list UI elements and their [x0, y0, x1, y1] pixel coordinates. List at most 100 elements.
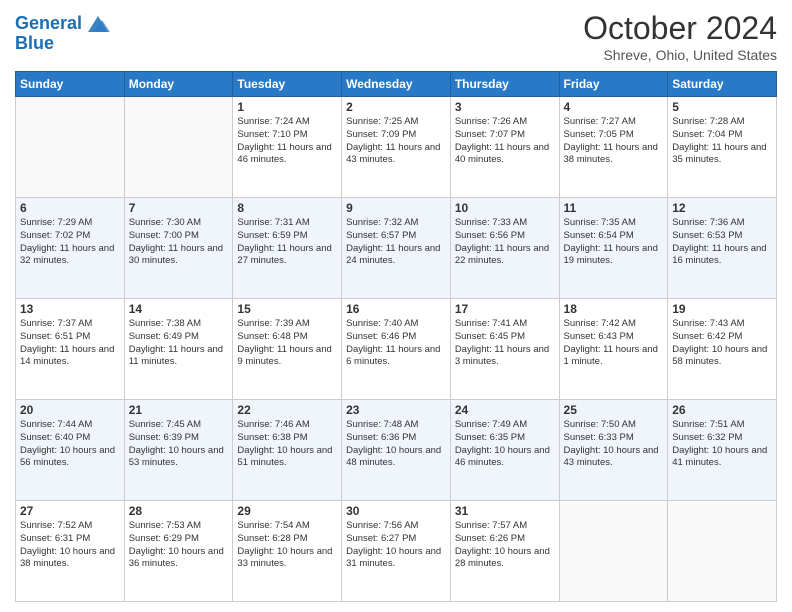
table-row: 20 Sunrise: 7:44 AM Sunset: 6:40 PM Dayli… [16, 400, 125, 501]
table-row: 6 Sunrise: 7:29 AM Sunset: 7:02 PM Daylig… [16, 198, 125, 299]
day-detail: Sunrise: 7:26 AM Sunset: 7:07 PM Dayligh… [455, 116, 555, 167]
table-row: 24 Sunrise: 7:49 AM Sunset: 6:35 PM Dayli… [450, 400, 559, 501]
day-detail: Sunrise: 7:38 AM Sunset: 6:49 PM Dayligh… [129, 318, 229, 369]
table-row: 28Sunrise: 7:53 AM Sunset: 6:29 PM Dayli… [124, 501, 233, 602]
col-friday: Friday [559, 72, 668, 97]
day-detail: Sunrise: 7:46 AM Sunset: 6:38 PM Dayligh… [237, 419, 337, 470]
day-number: 16 [346, 302, 446, 316]
day-detail: Sunrise: 7:50 AM Sunset: 6:33 PM Dayligh… [564, 419, 664, 470]
table-row [559, 501, 668, 602]
month-title: October 2024 [583, 10, 777, 47]
table-row: 5 Sunrise: 7:28 AM Sunset: 7:04 PM Daylig… [668, 97, 777, 198]
logo: General Blue [15, 10, 112, 54]
day-detail: Sunrise: 7:42 AM Sunset: 6:43 PM Dayligh… [564, 318, 664, 369]
table-row: 2 Sunrise: 7:25 AM Sunset: 7:09 PM Daylig… [342, 97, 451, 198]
title-area: October 2024 Shreve, Ohio, United States [583, 10, 777, 63]
day-detail: Sunrise: 7:49 AM Sunset: 6:35 PM Dayligh… [455, 419, 555, 470]
table-row: 17 Sunrise: 7:41 AM Sunset: 6:45 PM Dayli… [450, 299, 559, 400]
day-number: 12 [672, 201, 772, 215]
day-number: 21 [129, 403, 229, 417]
table-row: 15 Sunrise: 7:39 AM Sunset: 6:48 PM Dayli… [233, 299, 342, 400]
day-number: 7 [129, 201, 229, 215]
table-row: 10 Sunrise: 7:33 AM Sunset: 6:56 PM Dayli… [450, 198, 559, 299]
table-row [16, 97, 125, 198]
day-number: 14 [129, 302, 229, 316]
table-row: 3 Sunrise: 7:26 AM Sunset: 7:07 PM Daylig… [450, 97, 559, 198]
day-number: 25 [564, 403, 664, 417]
day-number: 29 [237, 504, 337, 518]
calendar-week-row: 20 Sunrise: 7:44 AM Sunset: 6:40 PM Dayli… [16, 400, 777, 501]
day-detail: Sunrise: 7:48 AM Sunset: 6:36 PM Dayligh… [346, 419, 446, 470]
table-row: 13Sunrise: 7:37 AM Sunset: 6:51 PM Dayli… [16, 299, 125, 400]
day-detail: Sunrise: 7:52 AM Sunset: 6:31 PM Dayligh… [20, 520, 120, 571]
col-wednesday: Wednesday [342, 72, 451, 97]
table-row [668, 501, 777, 602]
day-detail: Sunrise: 7:39 AM Sunset: 6:48 PM Dayligh… [237, 318, 337, 369]
day-detail: Sunrise: 7:28 AM Sunset: 7:04 PM Dayligh… [672, 116, 772, 167]
day-number: 10 [455, 201, 555, 215]
table-row: 11Sunrise: 7:35 AM Sunset: 6:54 PM Dayli… [559, 198, 668, 299]
table-row: 9Sunrise: 7:32 AM Sunset: 6:57 PM Daylig… [342, 198, 451, 299]
table-row: 16 Sunrise: 7:40 AM Sunset: 6:46 PM Dayli… [342, 299, 451, 400]
table-row: 25 Sunrise: 7:50 AM Sunset: 6:33 PM Dayli… [559, 400, 668, 501]
day-number: 5 [672, 100, 772, 114]
day-detail: Sunrise: 7:54 AM Sunset: 6:28 PM Dayligh… [237, 520, 337, 571]
day-number: 2 [346, 100, 446, 114]
day-number: 13 [20, 302, 120, 316]
table-row: 4Sunrise: 7:27 AM Sunset: 7:05 PM Daylig… [559, 97, 668, 198]
day-number: 20 [20, 403, 120, 417]
calendar-week-row: 6 Sunrise: 7:29 AM Sunset: 7:02 PM Daylig… [16, 198, 777, 299]
logo-text-general: General [15, 14, 82, 34]
day-number: 17 [455, 302, 555, 316]
day-detail: Sunrise: 7:33 AM Sunset: 6:56 PM Dayligh… [455, 217, 555, 268]
table-row [124, 97, 233, 198]
day-detail: Sunrise: 7:27 AM Sunset: 7:05 PM Dayligh… [564, 116, 664, 167]
col-thursday: Thursday [450, 72, 559, 97]
day-number: 9 [346, 201, 446, 215]
day-number: 26 [672, 403, 772, 417]
day-detail: Sunrise: 7:36 AM Sunset: 6:53 PM Dayligh… [672, 217, 772, 268]
day-detail: Sunrise: 7:29 AM Sunset: 7:02 PM Dayligh… [20, 217, 120, 268]
day-detail: Sunrise: 7:31 AM Sunset: 6:59 PM Dayligh… [237, 217, 337, 268]
day-number: 23 [346, 403, 446, 417]
day-detail: Sunrise: 7:56 AM Sunset: 6:27 PM Dayligh… [346, 520, 446, 571]
header: General Blue October 2024 Shreve, Ohio, … [15, 10, 777, 63]
day-number: 1 [237, 100, 337, 114]
table-row: 23 Sunrise: 7:48 AM Sunset: 6:36 PM Dayli… [342, 400, 451, 501]
day-detail: Sunrise: 7:44 AM Sunset: 6:40 PM Dayligh… [20, 419, 120, 470]
calendar-header-row: Sunday Monday Tuesday Wednesday Thursday… [16, 72, 777, 97]
location-subtitle: Shreve, Ohio, United States [583, 47, 777, 63]
day-number: 15 [237, 302, 337, 316]
calendar-week-row: 13Sunrise: 7:37 AM Sunset: 6:51 PM Dayli… [16, 299, 777, 400]
col-sunday: Sunday [16, 72, 125, 97]
table-row: 29 Sunrise: 7:54 AM Sunset: 6:28 PM Dayli… [233, 501, 342, 602]
day-number: 24 [455, 403, 555, 417]
table-row: 18 Sunrise: 7:42 AM Sunset: 6:43 PM Dayli… [559, 299, 668, 400]
col-tuesday: Tuesday [233, 72, 342, 97]
day-detail: Sunrise: 7:40 AM Sunset: 6:46 PM Dayligh… [346, 318, 446, 369]
day-detail: Sunrise: 7:25 AM Sunset: 7:09 PM Dayligh… [346, 116, 446, 167]
table-row: 27Sunrise: 7:52 AM Sunset: 6:31 PM Dayli… [16, 501, 125, 602]
day-number: 30 [346, 504, 446, 518]
logo-icon [84, 10, 112, 38]
day-detail: Sunrise: 7:30 AM Sunset: 7:00 PM Dayligh… [129, 217, 229, 268]
day-number: 18 [564, 302, 664, 316]
table-row: 1Sunrise: 7:24 AM Sunset: 7:10 PM Daylig… [233, 97, 342, 198]
day-number: 22 [237, 403, 337, 417]
table-row: 30 Sunrise: 7:56 AM Sunset: 6:27 PM Dayli… [342, 501, 451, 602]
table-row: 7 Sunrise: 7:30 AM Sunset: 7:00 PM Daylig… [124, 198, 233, 299]
logo-text-blue: Blue [15, 34, 54, 54]
day-number: 6 [20, 201, 120, 215]
day-number: 3 [455, 100, 555, 114]
day-detail: Sunrise: 7:45 AM Sunset: 6:39 PM Dayligh… [129, 419, 229, 470]
table-row: 22 Sunrise: 7:46 AM Sunset: 6:38 PM Dayli… [233, 400, 342, 501]
col-monday: Monday [124, 72, 233, 97]
table-row: 8Sunrise: 7:31 AM Sunset: 6:59 PM Daylig… [233, 198, 342, 299]
day-number: 31 [455, 504, 555, 518]
calendar-table: Sunday Monday Tuesday Wednesday Thursday… [15, 71, 777, 602]
day-detail: Sunrise: 7:41 AM Sunset: 6:45 PM Dayligh… [455, 318, 555, 369]
table-row: 21 Sunrise: 7:45 AM Sunset: 6:39 PM Dayli… [124, 400, 233, 501]
table-row: 19Sunrise: 7:43 AM Sunset: 6:42 PM Dayli… [668, 299, 777, 400]
day-detail: Sunrise: 7:35 AM Sunset: 6:54 PM Dayligh… [564, 217, 664, 268]
day-detail: Sunrise: 7:43 AM Sunset: 6:42 PM Dayligh… [672, 318, 772, 369]
